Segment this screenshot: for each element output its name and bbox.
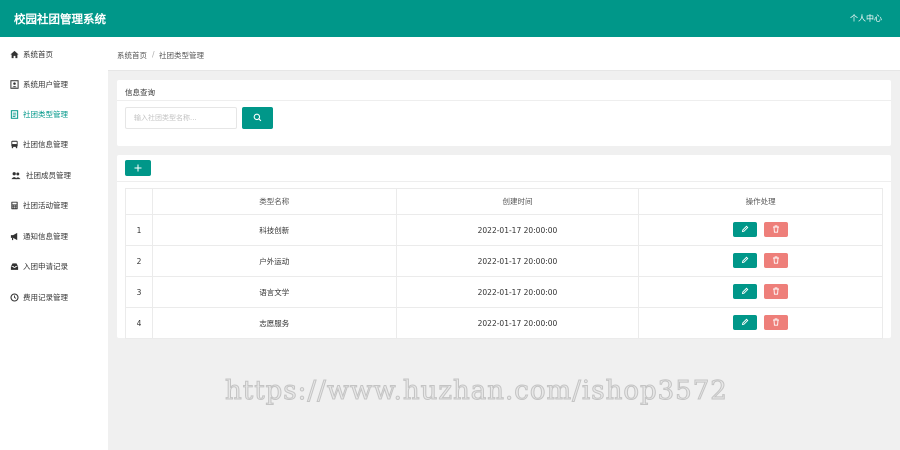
- table-row: 1 科技创新 2022-01-17 20:00:00: [125, 214, 883, 246]
- sidebar-item-club-types[interactable]: 社团类型管理: [0, 99, 108, 129]
- row-type-name: 科技创新: [151, 214, 397, 246]
- row-created-time: 2022-01-17 20:00:00: [395, 307, 640, 339]
- sidebar: 系统首页 系统用户管理 社团类型管理 社团信息管理 社团成员管理 社团活动管理 …: [0, 37, 108, 450]
- table-row: 3 语言文学 2022-01-17 20:00:00: [125, 276, 883, 308]
- add-button[interactable]: [125, 160, 151, 176]
- sidebar-item-club-members[interactable]: 社团成员管理: [0, 160, 108, 190]
- users-icon: [11, 171, 21, 180]
- app-title: 校园社团管理系统: [14, 12, 106, 26]
- table-row: 4 志愿服务 2022-01-17 20:00:00: [125, 307, 883, 339]
- delete-button[interactable]: [764, 253, 789, 268]
- column-header-index: [125, 188, 153, 215]
- row-index: 4: [125, 307, 153, 339]
- pencil-icon: [742, 287, 749, 295]
- row-index: 2: [125, 245, 153, 277]
- search-card: 信息查询: [117, 80, 891, 146]
- search-icon: [253, 113, 262, 122]
- sidebar-item-notices[interactable]: 通知信息管理: [0, 221, 108, 251]
- sidebar-item-applications[interactable]: 入团申请记录: [0, 251, 108, 281]
- clock-icon: [10, 293, 19, 302]
- breadcrumb-separator: /: [152, 50, 155, 59]
- divider: [117, 181, 891, 182]
- sidebar-item-club-info[interactable]: 社团信息管理: [0, 129, 108, 159]
- edit-button[interactable]: [733, 315, 758, 330]
- column-header-type-name: 类型名称: [151, 188, 397, 215]
- row-index: 3: [125, 276, 153, 308]
- sidebar-item-home[interactable]: 系统首页: [0, 39, 108, 69]
- calculator-icon: [10, 201, 19, 210]
- sidebar-item-label: 社团信息管理: [23, 140, 68, 149]
- inbox-icon: [10, 262, 19, 271]
- breadcrumb-home[interactable]: 系统首页: [117, 50, 147, 61]
- trash-icon: [773, 256, 780, 264]
- delete-button[interactable]: [764, 284, 789, 299]
- row-type-name: 户外运动: [151, 245, 397, 277]
- trash-icon: [773, 287, 780, 295]
- search-button[interactable]: [242, 107, 273, 129]
- search-card-title: 信息查询: [125, 88, 155, 97]
- pencil-icon: [742, 256, 749, 264]
- row-type-name: 志愿服务: [151, 307, 397, 339]
- row-created-time: 2022-01-17 20:00:00: [395, 214, 640, 246]
- row-created-time: 2022-01-17 20:00:00: [395, 276, 640, 308]
- row-actions: [638, 307, 883, 339]
- sidebar-item-label: 系统用户管理: [23, 80, 68, 89]
- sidebar-item-label: 社团类型管理: [23, 110, 68, 119]
- home-icon: [10, 50, 19, 59]
- row-type-name: 语言文学: [151, 276, 397, 308]
- table-row: 2 户外运动 2022-01-17 20:00:00: [125, 245, 883, 277]
- divider: [117, 100, 891, 101]
- watermark: https://www.huzhan.com/ishop3572: [225, 376, 728, 407]
- sidebar-item-label: 通知信息管理: [23, 232, 68, 241]
- sidebar-item-club-activities[interactable]: 社团活动管理: [0, 190, 108, 220]
- search-input[interactable]: [125, 107, 237, 129]
- trash-icon: [773, 225, 780, 233]
- sidebar-item-fees[interactable]: 费用记录管理: [0, 282, 108, 312]
- trash-icon: [773, 318, 780, 326]
- row-index: 1: [125, 214, 153, 246]
- row-created-time: 2022-01-17 20:00:00: [395, 245, 640, 277]
- bus-icon: [10, 140, 19, 149]
- table-card: 类型名称 创建时间 操作处理 1 科技创新 2022-01-17 20:00:0…: [117, 155, 891, 339]
- delete-button[interactable]: [764, 315, 789, 330]
- edit-button[interactable]: [733, 222, 758, 237]
- sidebar-item-label: 费用记录管理: [23, 293, 68, 302]
- sidebar-item-label: 系统首页: [23, 50, 53, 59]
- document-icon: [10, 110, 19, 119]
- top-bar: 校园社团管理系统 个人中心: [0, 0, 900, 37]
- row-actions: [638, 276, 883, 308]
- delete-button[interactable]: [764, 222, 789, 237]
- breadcrumb-current: 社团类型管理: [159, 51, 204, 60]
- user-card-icon: [10, 80, 19, 89]
- plus-icon: [134, 164, 142, 172]
- edit-button[interactable]: [733, 253, 758, 268]
- sidebar-item-users[interactable]: 系统用户管理: [0, 69, 108, 99]
- row-actions: [638, 214, 883, 246]
- table-header-row: 类型名称 创建时间 操作处理: [125, 188, 883, 215]
- sidebar-item-label: 社团活动管理: [23, 201, 68, 210]
- row-actions: [638, 245, 883, 277]
- edit-button[interactable]: [733, 284, 758, 299]
- column-header-created-time: 创建时间: [395, 188, 640, 215]
- pencil-icon: [742, 318, 749, 326]
- breadcrumb: 系统首页 / 社团类型管理: [108, 37, 900, 71]
- megaphone-icon: [10, 232, 19, 241]
- sidebar-item-label: 社团成员管理: [26, 171, 71, 180]
- column-header-actions: 操作处理: [638, 188, 883, 215]
- sidebar-item-label: 入团申请记录: [23, 262, 68, 271]
- user-center-link[interactable]: 个人中心: [850, 13, 882, 24]
- club-type-table: 类型名称 创建时间 操作处理 1 科技创新 2022-01-17 20:00:0…: [125, 188, 883, 339]
- pencil-icon: [742, 225, 749, 233]
